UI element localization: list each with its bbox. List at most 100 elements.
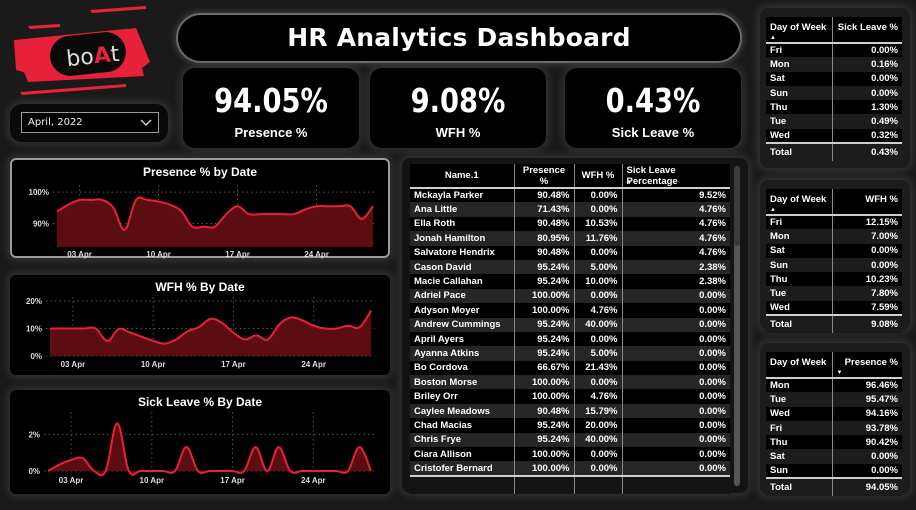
table-row[interactable]: Wed 94.16% <box>766 406 902 421</box>
table-row[interactable]: Fri 0.00% <box>766 43 902 58</box>
cell-value: 7.59% <box>832 300 902 316</box>
table-row[interactable]: Sun 0.00% <box>766 257 902 273</box>
cell-wfh: 15.79% <box>574 403 623 419</box>
column-header-wfh[interactable]: WFH % <box>574 164 623 189</box>
cell-day: Tue <box>766 114 833 129</box>
table-row[interactable]: Chris Frye 95.24% 40.00% 0.00% <box>410 432 730 448</box>
table-row[interactable]: Mon 0.16% <box>766 57 902 72</box>
table-row[interactable]: Briley Orr 100.00% 4.76% 0.00% <box>410 389 730 404</box>
cell-value: 0.00% <box>832 257 902 273</box>
cell-wfh: 0.00% <box>574 202 623 217</box>
cell-wfh: 4.76% <box>574 303 623 318</box>
wfh-by-date-chart[interactable]: WFH % By Date 0% 10% 20% 03 Apr 10 Apr 17 Apr… <box>10 275 390 375</box>
cell-day: Sat <box>766 71 833 86</box>
table-row[interactable]: Sat 0.00% <box>766 243 902 258</box>
table-row[interactable]: Chad Macias 95.24% 20.00% 0.00% <box>410 418 730 433</box>
presence-by-date-chart[interactable]: Presence % by Date 90% 100% 03 Apr 10 Apr 17… <box>10 158 390 259</box>
column-header-day[interactable]: Day of Week <box>766 352 833 379</box>
table-row[interactable]: Fri 12.15% <box>766 215 902 230</box>
scrollbar-thumb[interactable] <box>734 166 740 246</box>
table-row[interactable]: Mon 96.46% <box>766 378 902 393</box>
table-row[interactable]: Cason David 95.24% 5.00% 2.38% <box>410 259 730 275</box>
cell-value: 94.16% <box>832 406 902 421</box>
table-row[interactable]: Ella Roth 90.48% 10.53% 4.76% <box>410 216 730 232</box>
kpi-value: 9.08% <box>410 81 506 120</box>
table-row[interactable]: Wed 7.59% <box>766 300 902 316</box>
table-row[interactable]: Sun 0.00% <box>766 85 902 101</box>
x-tick-label: 24 Apr <box>304 250 329 259</box>
cell-day: Sun <box>766 85 833 101</box>
table-row[interactable]: Sat 0.00% <box>766 71 902 86</box>
table-row[interactable]: Tue 7.80% <box>766 286 902 301</box>
column-header-value[interactable]: Sick Leave % <box>832 17 902 44</box>
column-header-sick-leave[interactable]: Sick Leave Percentage ▼ <box>622 164 730 189</box>
cell-value: 95.47% <box>832 392 902 407</box>
cell-value: 0.00% <box>832 85 902 101</box>
table-row[interactable]: Fri 93.78% <box>766 420 902 436</box>
area-fill <box>57 197 373 247</box>
cell-sick-leave: 0.00% <box>622 375 730 390</box>
table-row[interactable]: Mckayla Parker 90.48% 0.00% 9.52% <box>410 188 730 203</box>
cell-presence: 95.24% <box>514 331 575 347</box>
cell-presence: 95.24% <box>514 346 575 361</box>
table-row[interactable]: Mon 7.00% <box>766 229 902 244</box>
cell-day: Fri <box>766 215 833 230</box>
cell-value: 7.00% <box>832 229 902 244</box>
cell-value: 12.15% <box>832 215 902 230</box>
dashboard-title-panel: HR Analytics Dashboard <box>176 13 742 63</box>
area-fill <box>50 310 371 356</box>
cell-value: 0.00% <box>832 43 902 58</box>
table-row[interactable]: Ana Little 71.43% 0.00% 4.76% <box>410 202 730 217</box>
sick-leave-by-date-chart[interactable]: Sick Leave % By Date 0% 2% 03 Apr 10 Apr 17 … <box>10 390 390 494</box>
table-row[interactable]: Sat 0.00% <box>766 449 902 464</box>
table-row[interactable]: Andrew Cummings 95.24% 40.00% 0.00% <box>410 317 730 332</box>
table-row[interactable]: Thu 1.30% <box>766 100 902 115</box>
column-header-presence[interactable]: Presence % <box>514 164 575 189</box>
table-row[interactable]: Ciara Allison 100.00% 0.00% 0.00% <box>410 447 730 462</box>
x-tick-label: 17 Apr <box>220 476 245 485</box>
table-row[interactable]: Bo Cordova 66.67% 21.43% 0.00% <box>410 360 730 376</box>
kpi-label: WFH % <box>435 125 481 140</box>
cell-sick-leave: 4.76% <box>622 231 730 246</box>
column-header-name[interactable]: Name.1 <box>410 164 515 189</box>
cell-presence: 95.24% <box>514 274 575 289</box>
table-row[interactable]: Ayanna Atkins 95.24% 5.00% 0.00% <box>410 346 730 361</box>
month-dropdown[interactable]: April, 2022 <box>21 112 159 133</box>
cell-value: 10.23% <box>832 272 902 287</box>
table-row[interactable]: April Ayers 95.24% 0.00% 0.00% <box>410 331 730 347</box>
cell-presence: 100.00% <box>514 375 575 390</box>
table-row[interactable]: Caylee Meadows 90.48% 15.79% 0.00% <box>410 403 730 419</box>
table-row[interactable]: Thu 10.23% <box>766 272 902 287</box>
table-row[interactable]: Adyson Moyer 100.00% 4.76% 0.00% <box>410 303 730 318</box>
cell-presence: 90.48% <box>514 403 575 419</box>
table-row[interactable]: Boston Morse 100.00% 0.00% 0.00% <box>410 375 730 390</box>
table-row[interactable]: Thu 90.42% <box>766 435 902 450</box>
column-header-value[interactable]: Presence % ▼ <box>832 352 902 379</box>
cell-day: Mon <box>766 57 833 72</box>
cell-value: 96.46% <box>832 378 902 393</box>
kpi-card-wfh: 9.08% WFH % <box>370 68 546 148</box>
cell-day: Sat <box>766 449 833 464</box>
table-row[interactable]: Adriel Pace 100.00% 0.00% 0.00% <box>410 288 730 304</box>
column-header-day[interactable]: Day of Week ▲ <box>766 189 833 216</box>
total-value: 94.05% <box>832 477 902 497</box>
table-row[interactable]: Cristofer Bernard 100.00% 0.00% 0.00% <box>410 461 730 476</box>
table-row[interactable]: Macie Callahan 95.24% 10.00% 2.38% <box>410 274 730 289</box>
column-header-value[interactable]: WFH % <box>832 189 902 216</box>
table-row[interactable]: Wed 0.32% <box>766 128 902 144</box>
table-row[interactable]: Salvatore Hendrix 90.48% 0.00% 4.76% <box>410 245 730 260</box>
column-header-day[interactable]: Day of Week ▲ <box>766 17 833 44</box>
x-tick-label: 10 Apr <box>141 360 166 369</box>
cell-sick-leave: 0.00% <box>622 331 730 347</box>
cell-value: 93.78% <box>832 420 902 436</box>
wfh-by-day-panel: Day of Week ▲ WFH % Fri 12.15% Mon 7.00% Sat 0.0… <box>760 180 910 334</box>
cell-wfh: 20.00% <box>574 418 623 433</box>
table-row[interactable]: Sun 0.00% <box>766 463 902 479</box>
table-row[interactable]: Tue 0.49% <box>766 114 902 129</box>
cell-wfh: 4.76% <box>574 389 623 404</box>
table-row[interactable]: Tue 95.47% <box>766 392 902 407</box>
table-row[interactable]: Jonah Hamilton 80.95% 11.76% 4.76% <box>410 231 730 246</box>
table-scrollbar[interactable] <box>734 166 740 486</box>
sick-leave-by-day-table: Day of Week ▲ Sick Leave % Fri 0.00% Mon 0.16%… <box>766 17 902 162</box>
logo-graphic: boAt <box>14 6 150 95</box>
